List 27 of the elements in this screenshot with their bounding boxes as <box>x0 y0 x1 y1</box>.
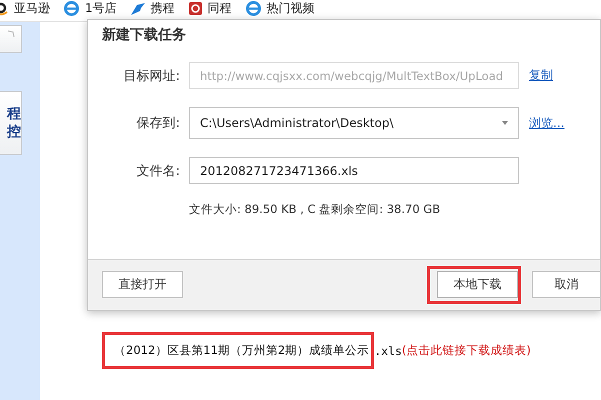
folder-dropdown[interactable]: C:\Users\Administrator\Desktop\ <box>189 107 519 139</box>
bookmark-label[interactable]: 同程 <box>208 1 232 16</box>
card-text: 控 <box>7 123 21 141</box>
dialog-button[interactable]: 本地下载 <box>437 271 518 298</box>
bookmark-label[interactable]: 携程 <box>150 1 175 16</box>
download-hint: (点击此链接下载成绩表) <box>402 343 531 358</box>
bookmark-label[interactable]: 1号店 <box>85 1 117 16</box>
browser-icon <box>246 1 261 16</box>
file-extension: .xls <box>374 344 402 358</box>
dialog-button[interactable]: 取消 <box>532 271 600 298</box>
dialog-title: 新建下载任务 <box>101 26 187 45</box>
field-label: 目标网址: <box>122 68 181 84</box>
browser-icon <box>64 1 79 16</box>
file-link[interactable]: （2012）区县第11期（万州第2期）成绩单公示 <box>114 343 370 358</box>
bird-icon <box>130 2 145 14</box>
page-icon <box>6 30 14 38</box>
card-text: 程 <box>7 105 21 123</box>
dialog-button[interactable]: 直接打开 <box>102 271 183 298</box>
sidebar-card[interactable] <box>0 25 22 53</box>
bookmark-label[interactable]: 亚马逊 <box>14 1 50 16</box>
action-link[interactable]: 浏览... <box>529 114 564 132</box>
field-label: 保存到: <box>136 115 181 132</box>
field-label: 文件名: <box>136 162 181 180</box>
input-field[interactable]: 201208271723471366.xls <box>189 157 519 184</box>
file-info: 文件大小: 89.50 KB , C 盘剩余空间: 38.70 GB <box>188 201 442 217</box>
sidebar-card[interactable]: 程 控 <box>0 91 22 155</box>
bookmark-label[interactable]: 热门视频 <box>266 1 315 16</box>
